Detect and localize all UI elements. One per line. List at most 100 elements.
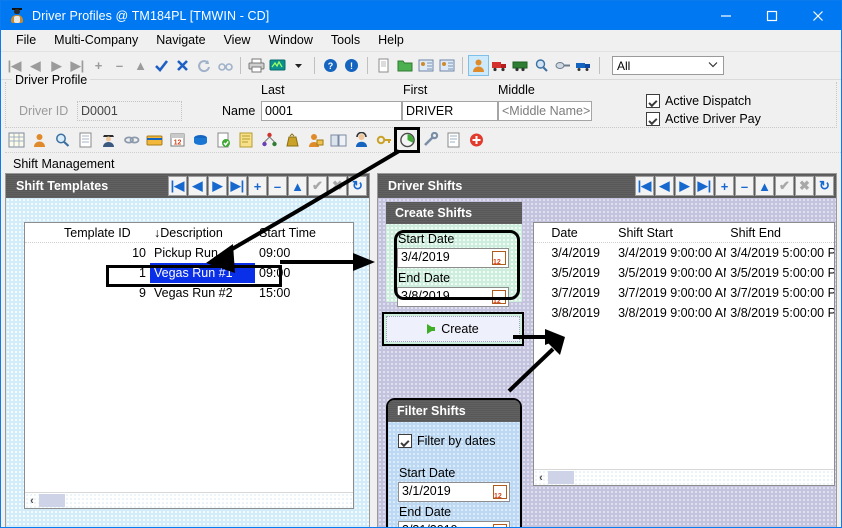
menu-help[interactable]: Help	[369, 31, 413, 50]
menu-navigate[interactable]: Navigate	[147, 31, 214, 50]
refresh-icon[interactable]	[193, 55, 214, 76]
filter-by-dates-checkbox[interactable]: Filter by dates	[398, 434, 496, 448]
approved-doc-icon[interactable]	[212, 129, 234, 151]
templates-prev-button[interactable]: ◀	[188, 176, 207, 196]
menu-tools[interactable]: Tools	[322, 31, 369, 50]
report-icon[interactable]	[442, 129, 464, 151]
templates-post-button[interactable]: ✔	[308, 176, 327, 196]
menu-window[interactable]: Window	[259, 31, 321, 50]
info-icon[interactable]: !	[341, 55, 362, 76]
calendar-icon[interactable]: 12	[166, 129, 188, 151]
grid-view-icon[interactable]	[5, 129, 27, 151]
driver-shifts-grid[interactable]: Date Shift Start Shift End 3/4/2019 3/4/…	[533, 222, 835, 486]
templates-cancel-button[interactable]: ✖	[328, 176, 347, 196]
create-button[interactable]: Create	[382, 312, 524, 346]
create-start-date-input[interactable]: 3/4/2019 12	[397, 248, 509, 268]
tag-icon[interactable]	[552, 55, 573, 76]
menu-file[interactable]: File	[7, 31, 45, 50]
list-icon[interactable]	[74, 129, 96, 151]
checkmark-icon[interactable]	[151, 55, 172, 76]
shifts-insert-button[interactable]: +	[715, 176, 734, 196]
scroll-left-arrow-icon[interactable]: ‹	[534, 472, 548, 484]
scrollbar-thumb[interactable]	[548, 471, 574, 484]
book-icon[interactable]	[327, 129, 349, 151]
document-icon[interactable]	[373, 55, 394, 76]
add-record-button[interactable]: +	[88, 55, 109, 76]
table-row[interactable]: 3/4/2019 3/4/2019 9:00:00 AM 3/4/2019 5:…	[534, 243, 834, 263]
link-icon[interactable]	[120, 129, 142, 151]
column-start-time[interactable]: Start Time	[255, 226, 350, 240]
first-name-field[interactable]: DRIVER	[402, 101, 498, 121]
templates-delete-button[interactable]: –	[268, 176, 287, 196]
scroll-left-arrow-icon[interactable]: ‹	[25, 495, 39, 507]
table-row[interactable]: 10 Pickup Run 09:00	[25, 243, 353, 263]
menu-multi-company[interactable]: Multi-Company	[45, 31, 147, 50]
truck-icon[interactable]	[489, 55, 510, 76]
templates-first-button[interactable]: |◀	[168, 176, 187, 196]
column-date[interactable]: Date	[547, 226, 614, 240]
column-description[interactable]: ↓Description	[150, 226, 255, 240]
x-mark-icon[interactable]	[172, 55, 193, 76]
shifts-last-button[interactable]: ▶|	[695, 176, 714, 196]
add-plus-icon[interactable]	[465, 129, 487, 151]
templates-next-button[interactable]: ▶	[208, 176, 227, 196]
calendar-icon[interactable]: 12	[493, 524, 507, 527]
column-shift-end[interactable]: Shift End	[726, 226, 834, 240]
create-end-date-input[interactable]: 3/8/2019 12	[397, 287, 509, 307]
filter-start-date-input[interactable]: 3/1/2019 12	[398, 482, 510, 502]
question-help-icon[interactable]: ?	[320, 55, 341, 76]
templates-insert-button[interactable]: +	[248, 176, 267, 196]
folder-icon[interactable]	[394, 55, 415, 76]
person-icon[interactable]	[28, 129, 50, 151]
id-card-2-icon[interactable]	[436, 55, 457, 76]
network-icon[interactable]	[258, 129, 280, 151]
filter-end-date-input[interactable]: 3/31/2019 12	[398, 521, 510, 527]
active-dispatch-checkbox[interactable]: Active Dispatch	[646, 94, 751, 108]
column-shift-start[interactable]: Shift Start	[614, 226, 726, 240]
person-orange-icon[interactable]	[468, 55, 489, 76]
middle-name-field[interactable]: <Middle Name>	[498, 101, 592, 121]
templates-edit-button[interactable]: ▲	[288, 176, 307, 196]
shifts-refresh-button[interactable]: ↻	[815, 176, 834, 196]
shifts-prev-button[interactable]: ◀	[655, 176, 674, 196]
maximize-button[interactable]	[749, 1, 795, 30]
active-driver-pay-checkbox[interactable]: Active Driver Pay	[646, 112, 761, 126]
shifts-cancel-button[interactable]: ✖	[795, 176, 814, 196]
column-template-id[interactable]: Template ID	[60, 226, 150, 240]
operator-icon[interactable]	[350, 129, 372, 151]
calendar-icon[interactable]: 12	[492, 290, 506, 305]
driver-id-field[interactable]: D0001	[77, 101, 182, 121]
shifts-edit-button[interactable]: ▲	[755, 176, 774, 196]
table-row-current[interactable]: ▶ 3/8/2019 3/8/2019 9:00:00 AM 3/8/2019 …	[534, 303, 834, 323]
id-card-icon[interactable]	[415, 55, 436, 76]
last-name-field[interactable]: 0001	[261, 101, 402, 121]
driver-hat-icon[interactable]	[97, 129, 119, 151]
calendar-icon[interactable]: 12	[493, 485, 507, 500]
magnifier-icon[interactable]	[531, 55, 552, 76]
person-lock-icon[interactable]	[304, 129, 326, 151]
monitor-icon[interactable]	[267, 55, 288, 76]
key-icon[interactable]	[373, 129, 395, 151]
printer-icon[interactable]	[246, 55, 267, 76]
magnifier-icon[interactable]	[51, 129, 73, 151]
table-row[interactable]: 3/7/2019 3/7/2019 9:00:00 AM 3/7/2019 5:…	[534, 283, 834, 303]
tank-icon[interactable]	[189, 129, 211, 151]
trailer-icon[interactable]	[510, 55, 531, 76]
calendar-icon[interactable]: 12	[492, 251, 506, 266]
shifts-post-button[interactable]: ✔	[775, 176, 794, 196]
shift-management-icon[interactable]	[394, 127, 420, 153]
templates-refresh-button[interactable]: ↻	[348, 176, 367, 196]
credit-card-icon[interactable]	[143, 129, 165, 151]
wrench-icon[interactable]	[419, 129, 441, 151]
shifts-first-button[interactable]: |◀	[635, 176, 654, 196]
menu-view[interactable]: View	[215, 31, 260, 50]
notepad-icon[interactable]	[235, 129, 257, 151]
dispatch-icon[interactable]	[573, 55, 594, 76]
minimize-button[interactable]	[703, 1, 749, 30]
glasses-icon[interactable]	[214, 55, 235, 76]
money-bag-icon[interactable]	[281, 129, 303, 151]
templates-last-button[interactable]: ▶|	[228, 176, 247, 196]
chevron-down-icon[interactable]	[288, 55, 309, 76]
shifts-next-button[interactable]: ▶	[675, 176, 694, 196]
shifts-horizontal-scrollbar[interactable]: ‹	[534, 469, 834, 485]
